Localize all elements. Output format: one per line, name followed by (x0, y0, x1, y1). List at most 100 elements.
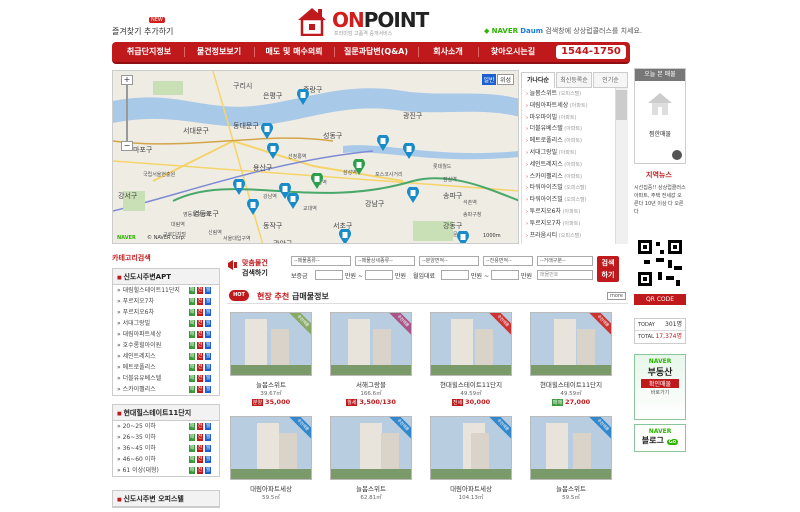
nav-directions[interactable]: 찾아오시는길 (482, 42, 544, 62)
deal-type-badge[interactable]: 월 (205, 342, 211, 349)
deal-type-badge[interactable]: 월 (205, 331, 211, 338)
deal-type-badge[interactable]: 전 (197, 353, 203, 360)
listing-title[interactable]: 서해그랑블 (330, 379, 412, 389)
naver-blog-banner[interactable]: NAVER 블로그 Go (634, 424, 686, 452)
rent-min-input[interactable] (441, 270, 469, 280)
nav-company[interactable]: 회사소개 (422, 42, 474, 62)
category-item[interactable]: » 더블유유베스텔 매 전 월 (113, 373, 219, 384)
category-head[interactable]: 신도시주변APT (113, 269, 219, 285)
select-supply-area[interactable]: --분양면적-- (419, 256, 479, 266)
listing-photo[interactable]: 추천매물 (230, 312, 312, 376)
deal-type-badge[interactable]: 매 (189, 342, 195, 349)
deal-type-badge[interactable]: 월 (205, 375, 211, 382)
listing-card[interactable]: 추천매물 늘봄스위트 59.5㎡ (530, 416, 616, 501)
complex-list-item[interactable]: › 마우마이빌 (아파트) (522, 112, 615, 124)
deal-type-badge[interactable]: 전 (197, 342, 203, 349)
local-news-title[interactable]: 지역뉴스 (634, 170, 686, 180)
deal-type-badge[interactable]: 매 (189, 375, 195, 382)
category-item[interactable]: » 서대그랑빌 매 전 월 (113, 318, 219, 329)
category-item[interactable]: » 푸르지오7차 매 전 월 (113, 296, 219, 307)
nav-qna[interactable]: 질문과답변(Q&A) (338, 42, 414, 62)
map-marker-icon[interactable] (247, 199, 259, 215)
complex-list-item[interactable]: › 프라움시티 (오피스텔) (522, 230, 615, 242)
deal-type-badge[interactable]: 매 (189, 445, 195, 452)
zoom-in-icon[interactable]: + (121, 75, 133, 85)
category-item[interactable]: » 푸르지오6차 매 전 월 (113, 307, 219, 318)
listing-photo[interactable]: 추천매물 (230, 416, 312, 480)
listing-title[interactable]: 대림아파트세상 (430, 483, 512, 493)
map-marker-icon[interactable] (457, 231, 469, 244)
category-item[interactable]: » 스카이팰리스 매 전 월 (113, 384, 219, 395)
deal-type-badge[interactable]: 전 (197, 298, 203, 305)
deal-type-badge[interactable]: 매 (189, 467, 195, 474)
deal-type-badge[interactable]: 매 (189, 353, 195, 360)
complex-list-item[interactable]: › 대림아파트세상 (아파트) (522, 100, 615, 112)
select-listing-type[interactable]: --매물종류-- (291, 256, 351, 266)
listing-card[interactable]: 추천매물 서해그랑블 166.6㎡ 월세 3,500/130 (330, 312, 416, 406)
category-item[interactable]: » 메트로폴리스 매 전 월 (113, 362, 219, 373)
listing-photo[interactable]: 추천매물 (330, 416, 412, 480)
listing-number-input[interactable]: 매물번호 (537, 270, 593, 280)
deal-type-badge[interactable]: 전 (197, 320, 203, 327)
local-news-text[interactable]: 시선집중!! 상상럽클러스 아파트, 주택 전세값 오른다 10년 이상 다 오… (634, 184, 686, 216)
site-logo[interactable]: ONPOINT 프리미엄 고품격 중개서비스 (296, 6, 434, 40)
map-marker-icon[interactable] (339, 229, 351, 244)
complex-list-item[interactable]: › 늘봄스위트 (오피스텔) (522, 88, 615, 100)
select-deal-type[interactable]: --거래구분-- (537, 256, 593, 266)
category-item[interactable]: » 20~25 이하 매 전 월 (113, 421, 219, 432)
select-exclusive-area[interactable]: --전용면적-- (483, 256, 533, 266)
complex-list-scrollbar[interactable] (615, 88, 628, 244)
listing-title[interactable]: 늘봄스위트 (230, 379, 312, 389)
listing-title[interactable]: 현대힐스테이트11단지 (430, 379, 512, 389)
rent-max-input[interactable] (491, 270, 519, 280)
deal-type-badge[interactable]: 월 (205, 423, 211, 430)
deal-type-badge[interactable]: 매 (189, 423, 195, 430)
category-item[interactable]: » 26~35 이하 매 전 월 (113, 432, 219, 443)
complex-list-item[interactable]: › 메트로폴리스 (아파트) (522, 135, 615, 147)
tab-alphabetical[interactable]: 가나다순 (521, 72, 555, 88)
category-item[interactable]: » 대림아파트세상 매 전 월 (113, 329, 219, 340)
deal-type-badge[interactable]: 전 (197, 287, 203, 294)
deal-type-badge[interactable]: 월 (205, 445, 211, 452)
listing-card[interactable]: 추천매물 현대힐스테이트11단지 49.59㎡ 전세 30,000 (430, 312, 516, 406)
deal-type-badge[interactable]: 전 (197, 456, 203, 463)
more-button[interactable]: more (607, 292, 626, 300)
category-item[interactable]: » 세인트레지스 매 전 월 (113, 351, 219, 362)
deposit-max-input[interactable] (365, 270, 393, 280)
map-marker-icon[interactable] (261, 123, 273, 139)
category-head[interactable]: 현대힐스테이트11단지 (113, 405, 219, 421)
category-item[interactable]: » 대림힐스테이트11단지 매 전 월 (113, 285, 219, 296)
map-marker-icon[interactable] (353, 159, 365, 175)
listing-card[interactable]: 추천매물 대림아파트세상 104.13㎡ (430, 416, 516, 501)
deal-type-badge[interactable]: 월 (205, 287, 211, 294)
naver-realestate-banner[interactable]: NAVER 부동산 확인매물 바로가기 (634, 354, 686, 420)
map-satellite-button[interactable]: 위성 (497, 74, 514, 85)
deal-type-badge[interactable]: 전 (197, 309, 203, 316)
deal-type-badge[interactable]: 전 (197, 467, 203, 474)
category-item[interactable]: » 61 이상(대형) 매 전 월 (113, 465, 219, 476)
deal-type-badge[interactable]: 월 (205, 386, 211, 393)
complex-list-item[interactable]: › 타워아이즈빌 (오피스텔) (522, 194, 615, 206)
nav-sell-buy-request[interactable]: 매도 및 매수의뢰 (258, 42, 330, 62)
map-marker-icon[interactable] (287, 193, 299, 209)
deal-type-badge[interactable]: 월 (205, 456, 211, 463)
zoom-out-icon[interactable]: − (121, 141, 133, 151)
deal-type-badge[interactable]: 전 (197, 445, 203, 452)
listing-photo[interactable]: 추천매물 (430, 312, 512, 376)
deposit-min-input[interactable] (315, 270, 343, 280)
deal-type-badge[interactable]: 매 (189, 287, 195, 294)
deal-type-badge[interactable]: 매 (189, 309, 195, 316)
listing-title[interactable]: 늘봄스위트 (530, 483, 612, 493)
listing-card[interactable]: 추천매물 늘봄스위트 39.67㎡ 분양 35,000 (230, 312, 316, 406)
complex-list-item[interactable]: › 서대그랑빌 (아파트) (522, 147, 615, 159)
deal-type-badge[interactable]: 전 (197, 386, 203, 393)
deal-type-badge[interactable]: 전 (197, 423, 203, 430)
complex-list-item[interactable]: › 스카이팰리스 (아파트) (522, 171, 615, 183)
map-marker-icon[interactable] (267, 143, 279, 159)
listing-card[interactable]: 추천매물 늘봄스위트 62.81㎡ (330, 416, 416, 501)
map-marker-icon[interactable] (311, 173, 323, 189)
deal-type-badge[interactable]: 월 (205, 364, 211, 371)
select-listing-detail[interactable]: --매물상세종류-- (355, 256, 415, 266)
deal-type-badge[interactable]: 매 (189, 386, 195, 393)
listing-photo[interactable]: 추천매물 (330, 312, 412, 376)
